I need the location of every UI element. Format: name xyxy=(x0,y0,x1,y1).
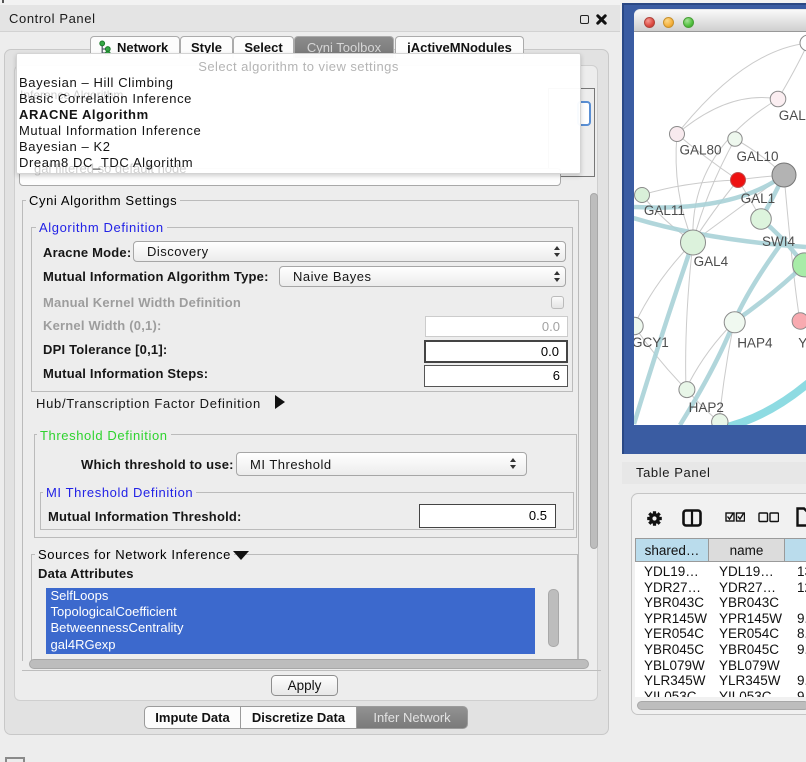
svg-text:GAL10: GAL10 xyxy=(737,149,779,164)
svg-text:GAL: GAL xyxy=(779,108,806,123)
svg-text:GAL1: GAL1 xyxy=(741,191,776,206)
svg-text:SWI4: SWI4 xyxy=(762,234,795,249)
svg-text:HAP2: HAP2 xyxy=(689,400,724,415)
svg-text:GAL80: GAL80 xyxy=(680,143,722,158)
svg-text:GAL4: GAL4 xyxy=(694,254,729,269)
svg-text:GAL11: GAL11 xyxy=(644,203,685,218)
svg-text:Y: Y xyxy=(798,336,806,351)
svg-text:GCY1: GCY1 xyxy=(634,335,669,350)
svg-text:HAP4: HAP4 xyxy=(737,336,773,351)
